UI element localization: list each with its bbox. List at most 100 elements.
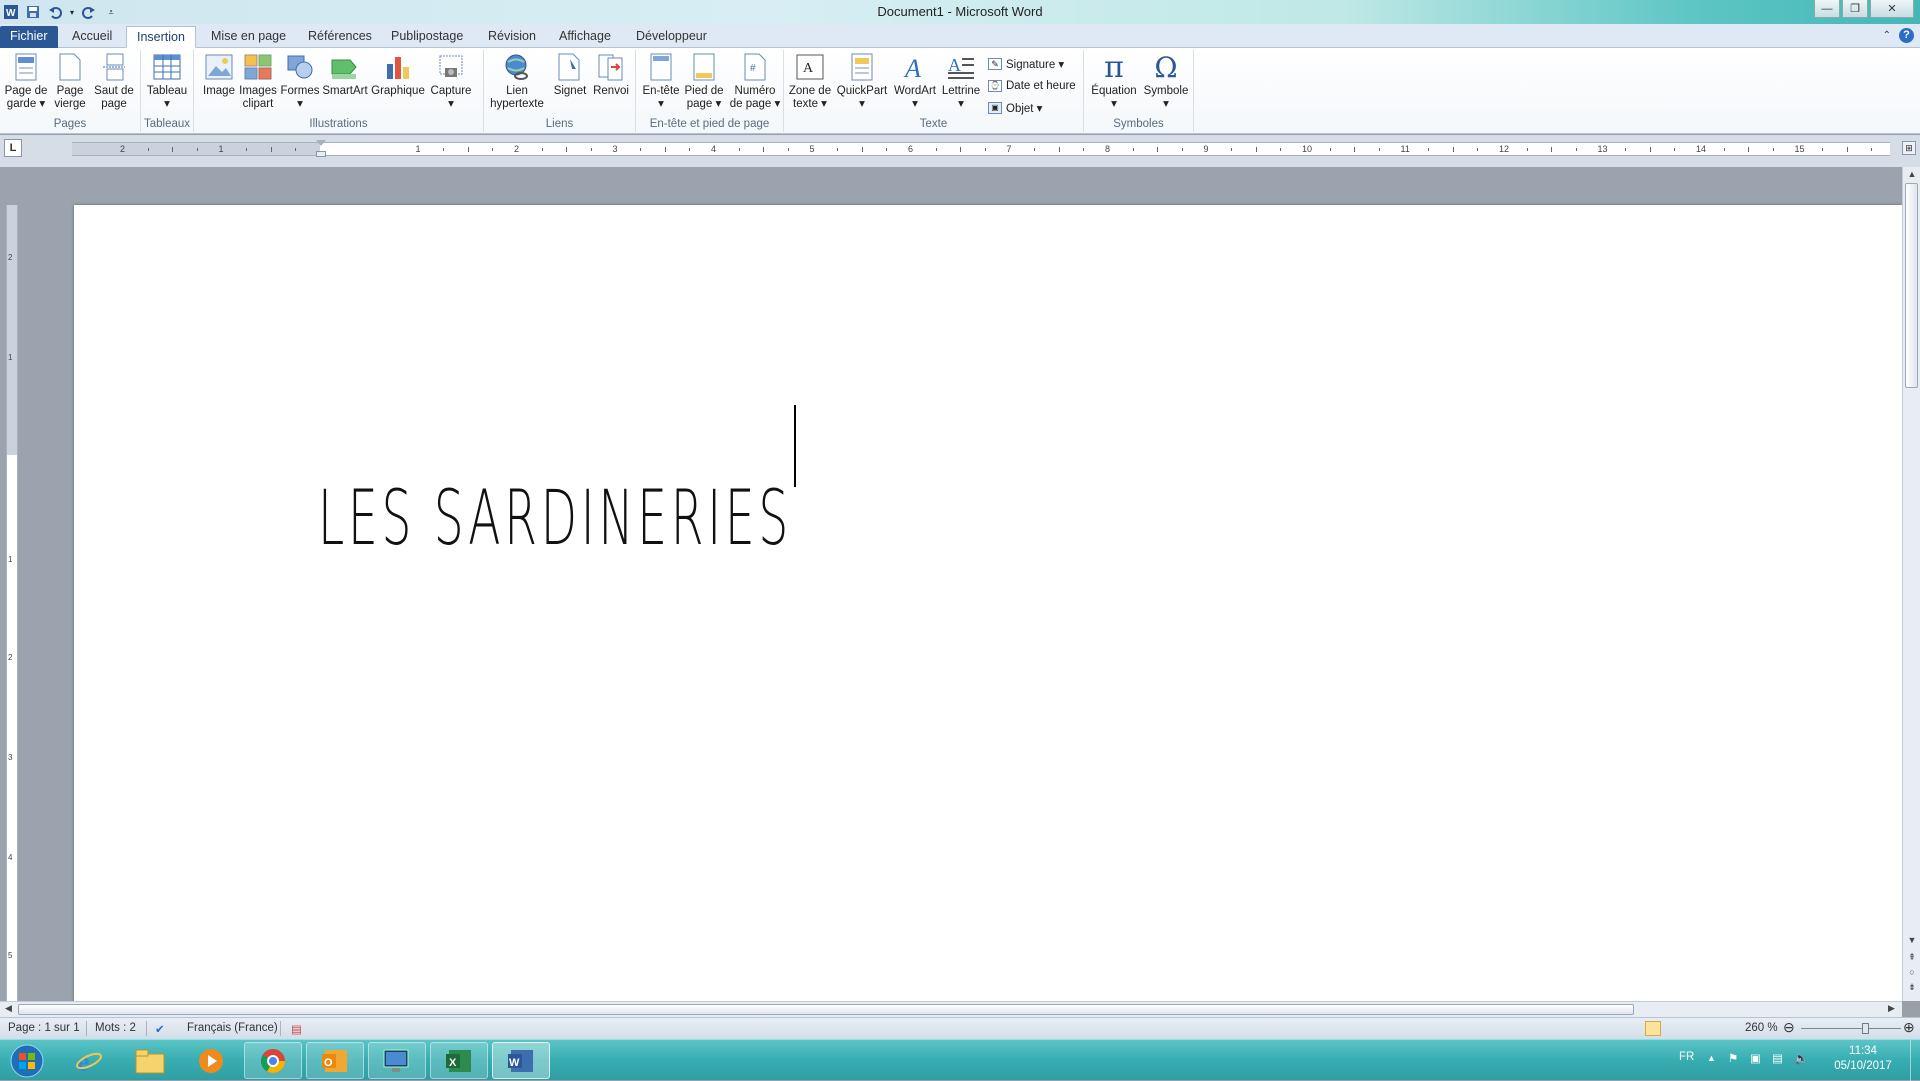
scroll-right-arrow[interactable]: ▶: [1888, 1003, 1895, 1014]
blank-page-button[interactable]: Page vierge: [50, 52, 90, 111]
image-icon: [204, 52, 234, 82]
chart-button[interactable]: Graphique: [370, 52, 426, 98]
tab-publipostage[interactable]: Publipostage: [381, 26, 473, 48]
screenshot-button[interactable]: Capture ▾: [428, 52, 474, 111]
svg-text:O: O: [324, 1057, 333, 1069]
scroll-left-arrow[interactable]: ◀: [5, 1003, 12, 1014]
restore-button[interactable]: ❐: [1842, 0, 1868, 18]
smartart-button[interactable]: SmartArt: [322, 52, 368, 98]
cross-reference-button[interactable]: Renvoi: [590, 52, 632, 98]
browse-object-icon[interactable]: ○: [1906, 967, 1918, 979]
zoom-out-icon[interactable]: ⊖: [1783, 1019, 1795, 1036]
vertical-scroll-thumb[interactable]: [1905, 183, 1918, 388]
quickpart-button[interactable]: QuickPart ▾: [836, 52, 888, 111]
view-ruler-icon[interactable]: ⊞: [1902, 141, 1916, 155]
tab-developpeur[interactable]: Développeur: [626, 26, 717, 48]
tab-affichage[interactable]: Affichage: [549, 26, 621, 48]
document-text[interactable]: LES SARDINERIES: [318, 473, 792, 562]
help-icon[interactable]: ?: [1899, 28, 1914, 43]
document-page[interactable]: LES SARDINERIES: [74, 205, 1902, 1001]
word-count[interactable]: Mots : 2: [95, 1022, 136, 1034]
indent-marker-bottom[interactable]: [316, 151, 326, 157]
clock[interactable]: 11:34 05/10/2017: [1834, 1045, 1892, 1072]
minimize-ribbon-icon[interactable]: ⌃: [1883, 30, 1891, 41]
next-page-icon[interactable]: ⇟: [1906, 982, 1918, 994]
network-icon[interactable]: ▤: [1772, 1051, 1783, 1065]
draft-view-icon[interactable]: [1717, 1021, 1733, 1036]
page-break-button[interactable]: Saut de page: [92, 52, 136, 111]
vertical-scrollbar[interactable]: ▲ ▼ ⇞ ○ ⇟: [1902, 167, 1920, 1001]
tab-revision[interactable]: Révision: [478, 26, 546, 48]
input-language[interactable]: FR: [1679, 1051, 1694, 1063]
ruler-tick: [1181, 148, 1183, 151]
cross-reference-icon: [596, 52, 626, 82]
macro-record-icon[interactable]: ▤: [291, 1022, 302, 1036]
indent-marker[interactable]: [316, 140, 326, 146]
footer-button[interactable]: Pied de page ▾: [682, 52, 726, 111]
symbol-button[interactable]: Ω Symbole ▾: [1142, 52, 1190, 111]
tab-mise-en-page[interactable]: Mise en page: [201, 26, 296, 48]
media-player-icon[interactable]: [182, 1042, 240, 1079]
bookmark-button[interactable]: Signet: [550, 52, 590, 98]
minimize-button[interactable]: —: [1814, 0, 1840, 18]
vertical-ruler[interactable]: 2 1 1 2 3 4 5: [6, 205, 18, 1001]
horizontal-scrollbar[interactable]: ◀ ▶: [0, 1001, 1902, 1017]
remote-desktop-icon[interactable]: [368, 1042, 426, 1079]
document-area: 2 1 1 2 3 4 5 LES SARDINERIES: [0, 167, 1902, 1001]
hyperlink-button[interactable]: Lien hypertexte: [487, 52, 547, 111]
vertical-ruler-number: 1: [8, 353, 13, 362]
tab-accueil[interactable]: Accueil: [62, 26, 122, 48]
previous-page-icon[interactable]: ⇞: [1906, 952, 1918, 964]
drop-cap-button[interactable]: A Lettrine ▾: [940, 52, 982, 111]
tab-fichier[interactable]: Fichier: [0, 26, 58, 48]
volume-icon[interactable]: 🔈: [1794, 1051, 1808, 1065]
scroll-down-arrow[interactable]: ▼: [1906, 935, 1918, 947]
table-button[interactable]: Tableau ▾: [144, 52, 190, 111]
web-layout-view-icon[interactable]: [1681, 1021, 1697, 1036]
outline-view-icon[interactable]: [1699, 1021, 1715, 1036]
print-layout-view-icon[interactable]: [1645, 1021, 1661, 1036]
full-screen-reading-view-icon[interactable]: [1663, 1021, 1679, 1036]
clipart-button[interactable]: Images clipart: [238, 52, 278, 111]
image-button[interactable]: Image: [200, 52, 238, 98]
show-desktop-button[interactable]: [1910, 1040, 1920, 1081]
zoom-in-icon[interactable]: ⊕: [1903, 1019, 1915, 1036]
ruler-tick: [1723, 148, 1725, 151]
header-button[interactable]: En-tête ▾: [640, 52, 682, 111]
zoom-slider[interactable]: [1801, 1028, 1901, 1029]
start-button[interactable]: [4, 1041, 50, 1080]
wordart-button[interactable]: A WordArt ▾: [892, 52, 938, 111]
close-button[interactable]: ✕: [1870, 0, 1914, 18]
language-status[interactable]: Français (France): [187, 1022, 278, 1034]
horizontal-ruler[interactable]: 2 1 1 2 3 4 5 6 7 8 9 10 11 12 13 14 15: [72, 140, 1890, 157]
ruler-tick: [1034, 148, 1036, 151]
cover-page-button[interactable]: Page de garde ▾: [4, 52, 48, 111]
scroll-up-arrow[interactable]: ▲: [1906, 169, 1918, 181]
excel-icon[interactable]: X: [430, 1042, 488, 1079]
equation-button[interactable]: π Équation ▾: [1088, 52, 1140, 111]
proofing-icon[interactable]: ✔: [155, 1022, 165, 1036]
page-number-button[interactable]: # Numéro de page ▾: [728, 52, 782, 111]
outlook-icon[interactable]: O: [306, 1042, 364, 1079]
device-icon[interactable]: ▣: [1750, 1051, 1761, 1065]
shapes-button[interactable]: Formes ▾: [280, 52, 320, 111]
signature-button[interactable]: ✎ Signature ▾: [988, 54, 1064, 74]
object-button[interactable]: ▣ Objet ▾: [988, 98, 1042, 118]
text-box-button[interactable]: A Zone de texte ▾: [788, 52, 832, 111]
tab-insertion[interactable]: Insertion: [126, 26, 196, 48]
word-taskbar-icon[interactable]: W: [492, 1042, 550, 1079]
tab-selector[interactable]: L: [4, 139, 22, 157]
internet-explorer-icon[interactable]: e: [60, 1042, 118, 1079]
action-center-icon[interactable]: ⚑: [1728, 1051, 1738, 1065]
chrome-icon[interactable]: [244, 1042, 302, 1079]
show-hidden-icons[interactable]: ▲: [1707, 1053, 1716, 1063]
tab-references[interactable]: Références: [298, 26, 382, 48]
date-time-button[interactable]: ⌚ Date et heure: [988, 76, 1076, 96]
zoom-slider-thumb[interactable]: [1862, 1023, 1869, 1034]
blank-page-icon: [55, 52, 85, 82]
file-explorer-icon[interactable]: [121, 1042, 179, 1079]
horizontal-scroll-thumb[interactable]: [18, 1004, 1634, 1015]
page-count[interactable]: Page : 1 sur 1: [8, 1022, 80, 1034]
vertical-ruler-number: 2: [8, 253, 13, 262]
zoom-level[interactable]: 260 %: [1745, 1022, 1778, 1034]
